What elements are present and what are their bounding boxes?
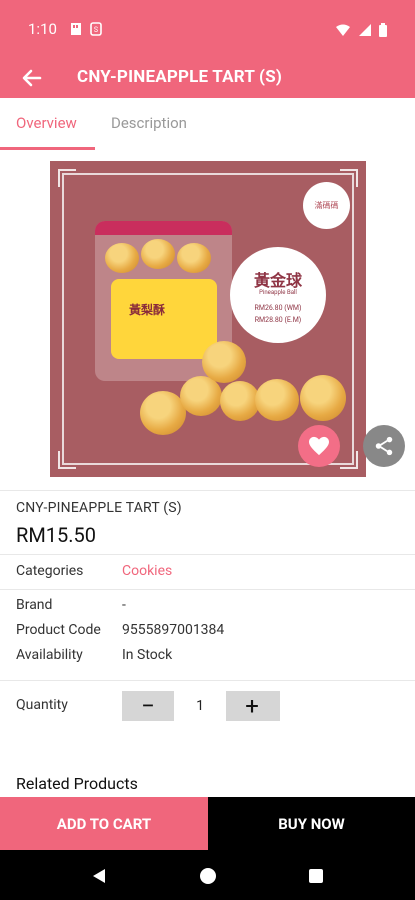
related-products-title: Related Products: [16, 774, 138, 793]
brand-logo: 滿碼碼: [303, 182, 350, 229]
share-icon: [375, 436, 393, 456]
favorite-button[interactable]: [298, 425, 340, 467]
page-title: CNY-PINEAPPLE TART (S): [77, 67, 283, 87]
app-bar: CNY-PINEAPPLE TART (S): [0, 58, 415, 98]
svg-text:S: S: [94, 26, 98, 34]
tart-image: [300, 375, 346, 421]
quantity-label: Quantity: [16, 697, 68, 713]
action-bar: ADD TO CART BUY NOW: [0, 797, 415, 850]
system-nav-bar: [0, 850, 415, 900]
divider: [0, 554, 415, 555]
tab-description[interactable]: Description: [111, 114, 187, 132]
share-button[interactable]: [363, 425, 405, 467]
signal-icon: [358, 22, 372, 41]
tart-image: [255, 379, 299, 421]
divider: [0, 680, 415, 681]
promo-circle: 黃金球 Pineapple Ball RM26.80 (WM) RM28.80 …: [230, 247, 326, 343]
sim-icon: S: [90, 21, 102, 40]
divider: [0, 490, 415, 491]
frame-corner: [340, 451, 358, 469]
category-link[interactable]: Cookies: [122, 563, 172, 579]
frame-corner: [58, 169, 76, 187]
nav-back-icon[interactable]: [90, 867, 108, 885]
storage-icon: [70, 21, 82, 40]
back-button[interactable]: [18, 64, 46, 92]
product-code-label: Product Code: [16, 622, 101, 638]
tart-image: [177, 243, 211, 273]
status-right-icons: [335, 22, 387, 41]
status-left-icons: S: [70, 21, 102, 40]
tart-image: [202, 341, 246, 383]
product-name: CNY-PINEAPPLE TART (S): [16, 500, 182, 516]
categories-label: Categories: [16, 563, 84, 579]
brand-value: -: [122, 597, 126, 613]
product-code-value: 9555897001384: [122, 622, 225, 638]
product-overview: 滿碼碼 黃金球 Pineapple Ball RM26.80 (WM) RM28…: [0, 150, 415, 797]
promo-subtitle: Pineapple Ball: [259, 289, 297, 296]
quantity-input[interactable]: 1: [174, 691, 226, 721]
status-time: 1:10: [28, 20, 57, 38]
add-to-cart-button[interactable]: ADD TO CART: [0, 797, 208, 850]
wifi-icon: [335, 22, 351, 41]
brand-label: Brand: [16, 597, 53, 613]
quantity-stepper: − 1 +: [122, 691, 280, 721]
product-price: RM15.50: [16, 523, 97, 547]
divider: [0, 589, 415, 590]
availability-value: In Stock: [122, 647, 173, 663]
jar-label-text: 黃梨酥: [129, 303, 166, 317]
promo-price-wm: RM26.80 (WM): [254, 304, 302, 312]
tab-overview[interactable]: Overview: [16, 114, 77, 132]
tart-image: [141, 239, 175, 269]
decrease-quantity-button[interactable]: −: [122, 691, 174, 721]
nav-home-icon[interactable]: [199, 867, 217, 885]
tart-image: [105, 243, 139, 273]
increase-quantity-button[interactable]: +: [226, 691, 278, 721]
promo-title: 黃金球: [253, 271, 302, 290]
tart-image: [220, 381, 260, 421]
frame-corner: [340, 169, 358, 187]
availability-label: Availability: [16, 647, 83, 663]
back-arrow-icon: [22, 69, 42, 87]
heart-icon: [309, 436, 329, 456]
jar-lid: [95, 221, 232, 235]
tab-bar: Overview Description: [0, 98, 415, 151]
jar-label: [111, 279, 217, 359]
tart-image: [180, 376, 222, 416]
promo-price-em: RM28.80 (E.M): [254, 316, 302, 324]
frame-corner: [58, 451, 76, 469]
nav-recents-icon[interactable]: [307, 867, 325, 885]
status-bar: 1:10 S: [0, 0, 415, 58]
battery-icon: [379, 22, 387, 41]
buy-now-button[interactable]: BUY NOW: [208, 797, 415, 850]
